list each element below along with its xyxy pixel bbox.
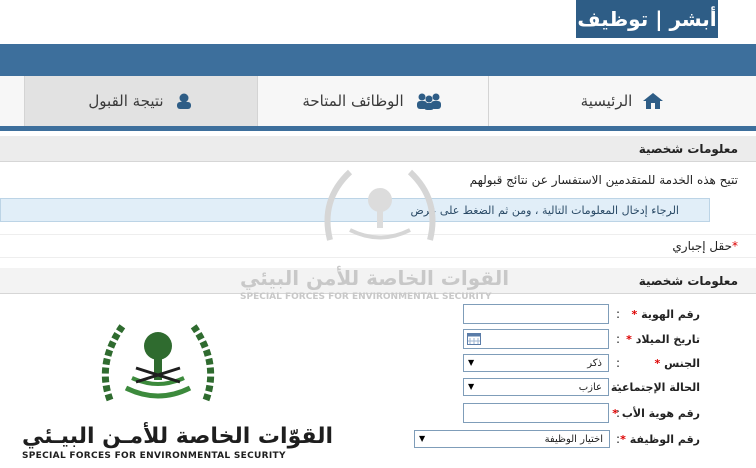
colon: : (615, 332, 620, 346)
watermark-emblem (324, 169, 436, 241)
notice-text: الرجاء إدخال المعلومات التالية ، ومن ثم … (410, 203, 679, 217)
section-title: معلومات شخصية (638, 141, 738, 156)
marital-value: عازب (578, 381, 602, 393)
tab-home[interactable]: الرئيسية (488, 76, 756, 126)
colon: : (615, 356, 620, 370)
tab-available-jobs-label: الوظائف المتاحة (302, 92, 404, 110)
nav-bottom-border (0, 126, 756, 131)
colon: : (615, 432, 620, 446)
marital-select[interactable]: عازب ▼ (463, 378, 609, 396)
tab-home-label: الرئيسية (580, 92, 633, 110)
id-number-input[interactable] (463, 304, 609, 324)
dob-input[interactable] (463, 329, 609, 349)
tab-acceptance-result-label: نتيجة القبول (88, 92, 164, 110)
home-icon (643, 93, 664, 109)
section-header: معلومات شخصية (0, 136, 756, 162)
job-select[interactable]: اختيار الوظيفة ▼ (414, 430, 610, 448)
calendar-icon[interactable] (467, 333, 481, 345)
people-icon (416, 93, 441, 110)
user-icon (176, 93, 191, 109)
dropdown-arrow-icon: ▼ (468, 358, 475, 367)
required-note: حقل إجباري (672, 239, 732, 253)
intro-text: تتيح هذه الخدمة للمتقدمين الاستفسار عن ن… (469, 173, 738, 187)
brand-arabic-text: القوّات الخاصة للأمـن البيـئي (22, 424, 333, 449)
special-forces-emblem (101, 321, 215, 402)
colon: : (615, 406, 620, 420)
gender-value: ذكر (587, 357, 602, 369)
gender-select[interactable]: ذكر ▼ (463, 354, 609, 372)
watermark-english: SPECIAL FORCES FOR ENVIRONMENTAL SECURIT… (240, 292, 492, 302)
colon: : (615, 380, 620, 394)
colon: : (615, 307, 620, 321)
watermark-arabic: القوات الخاصة للأمن البيئي (240, 266, 510, 290)
job-value: اختيار الوظيفة (544, 433, 603, 445)
header-band (0, 44, 756, 76)
tab-available-jobs[interactable]: الوظائف المتاحة (257, 76, 488, 126)
dropdown-arrow-icon: ▼ (468, 382, 475, 391)
required-star: * (732, 239, 738, 253)
tab-acceptance-result[interactable]: نتيجة القبول (24, 76, 257, 126)
father-id-input[interactable] (463, 403, 609, 423)
absher-logo[interactable]: أبشر | توظيف (576, 0, 718, 38)
main-nav: الرئيسية الوظائف المتاحة نتيجة القبول (0, 76, 756, 127)
dropdown-arrow-icon: ▼ (419, 434, 426, 443)
brand-english-text: SPECIAL FORCES FOR ENVIRONMENTAL SECURIT… (22, 451, 286, 461)
top-bar: أبشر | توظيف (0, 0, 756, 46)
form-title: معلومات شخصية (638, 273, 738, 288)
